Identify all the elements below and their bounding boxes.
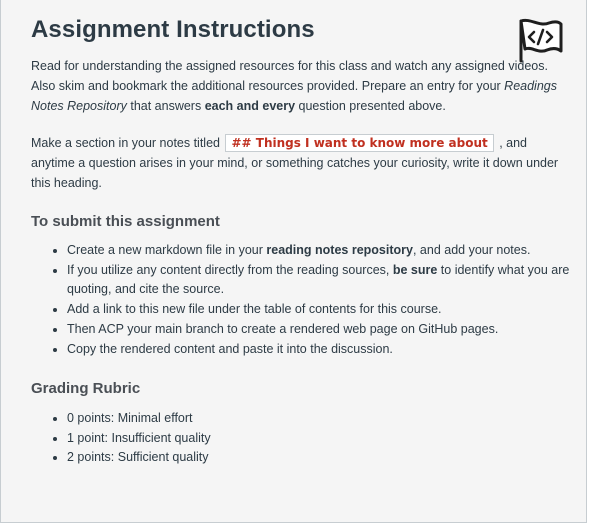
item-text: , and add your notes. [412,243,531,257]
list-item: Add a link to this new file under the ta… [67,300,577,320]
list-item: Create a new markdown file in your readi… [67,241,577,261]
item-bold: be sure [392,262,438,277]
assignment-panel: Assignment Instructions Read for underst… [0,0,587,523]
list-item: Then ACP your main branch to create a re… [67,320,577,340]
page-title: Assignment Instructions [31,16,315,43]
rubric-list: 0 points: Minimal effort 1 point: Insuff… [49,409,577,468]
list-item: 2 points: Sufficient quality [67,448,577,468]
list-item: 0 points: Minimal effort [67,409,577,429]
list-item: If you utilize any content directly from… [67,261,577,300]
intro-text-2: that answers [126,99,205,113]
intro-paragraph: Read for understanding the assigned reso… [31,56,561,116]
section-note-before: Make a section in your notes titled [31,136,224,150]
intro-text-1: Read for understanding the assigned reso… [31,59,548,93]
intro-bold: each and every [204,99,296,113]
item-bold: reading notes repository [266,243,413,257]
section-title-code: ## Things I want to know more about [225,134,494,152]
section-note-paragraph: Make a section in your notes titled ## T… [31,133,561,193]
rubric-heading: Grading Rubric [31,380,141,397]
list-item: 1 point: Insufficient quality [67,429,577,449]
submit-heading: To submit this assignment [31,213,220,230]
item-text: If you utilize any content directly from… [67,262,393,277]
item-text: Create a new markdown file in your [67,243,267,257]
submit-list: Create a new markdown file in your readi… [49,241,577,359]
list-item: Copy the rendered content and paste it i… [67,340,577,360]
intro-text-3: question presented above. [295,99,446,113]
